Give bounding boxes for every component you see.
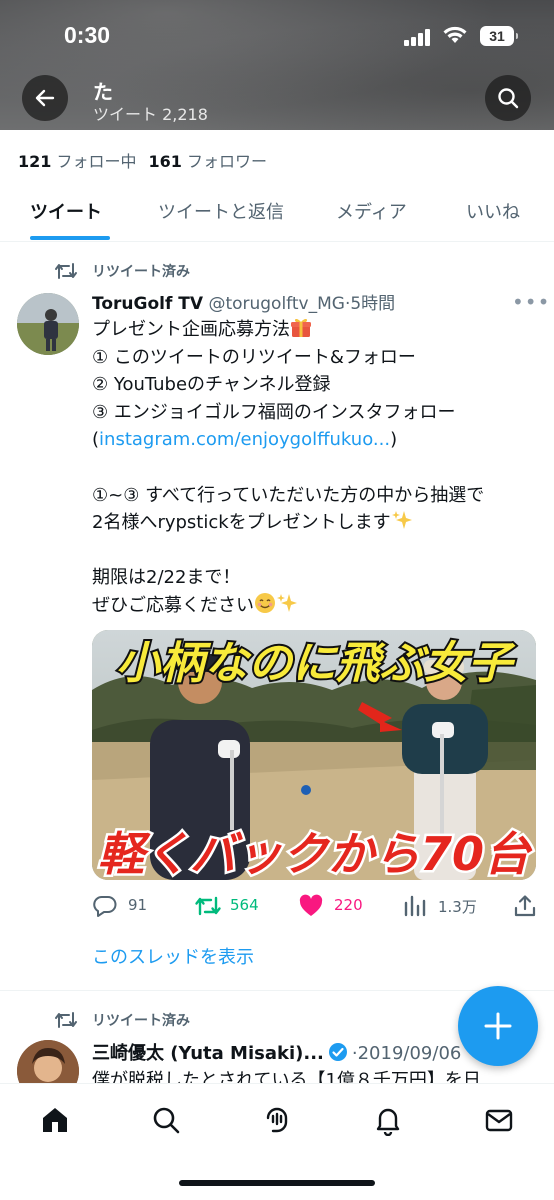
status-time: 0:30 [64,22,111,48]
retweet-icon [195,896,221,916]
active-tab-indicator [30,236,110,240]
tweet-line: 2名様へrypstickをプレゼントします [92,512,391,534]
author-name[interactable]: 三崎優太 (Yuta Misaki)... [92,1043,324,1064]
verified-badge-icon [328,1043,347,1061]
cellular-signal-icon [404,28,434,46]
bell-icon [376,1108,400,1136]
tab-likes[interactable]: いいね [466,198,520,224]
avatar[interactable] [17,293,79,355]
retweet-label: リツイート済み [92,264,190,280]
home-icon [43,1108,67,1132]
retweet-context: リツイート済み [55,1010,190,1030]
sparkles-emoji-icon [391,511,412,530]
battery-indicator: 31 [480,26,518,46]
heart-icon [299,894,323,916]
follow-stats: 121 フォロー中 161 フォロワー [18,148,267,172]
tab-media[interactable]: メディア [336,198,407,224]
tab-tweets[interactable]: ツイート [30,198,102,224]
profile-tabs: ツイート ツイートと返信 メディア いいね [0,186,554,242]
tweet-header: 三崎優太 (Yuta Misaki)... ·2019/09/06 [92,1039,461,1065]
author-name[interactable]: ToruGolf TV [92,294,203,314]
tweet-line: ② YouTubeのチャンネル登録 [92,374,331,396]
like-count: 220 [334,896,363,914]
sparkles-emoji-icon [277,593,297,612]
wifi-icon [443,26,467,43]
reply-icon [93,895,117,917]
search-icon [153,1107,180,1134]
instagram-link[interactable]: instagram.com/enjoygolffukuo... [99,429,390,450]
nav-explore[interactable] [150,1104,182,1136]
media-top-caption: 小柄なのに飛ぶ女子 [116,638,516,689]
followers-label: フォロワー [187,152,268,171]
nav-notifications[interactable] [372,1104,404,1136]
smiling-face-emoji-icon [255,592,275,613]
bar-chart-icon [404,895,426,917]
gift-emoji-icon [291,318,311,337]
tweet-line: ①~③ すべて行っていただいた方の中から抽選で [92,484,485,506]
tweet-count: ツイート 2,218 [93,105,208,124]
view-count: 1.3万 [438,898,477,916]
tweet-text: プレゼント企画応募方法 ① このツイートのリツイート&フォロー ② YouTub… [92,316,532,620]
tweet-divider [0,990,554,991]
compose-tweet-button[interactable] [458,986,538,1066]
tweet-header: ToruGolf TV @torugolftv_MG·5時間 [92,289,395,314]
retweet-context: リツイート済み [55,261,190,281]
tab-tweets-and-replies[interactable]: ツイートと返信 [158,198,284,224]
status-bar: 0:30 31 [0,0,554,70]
search-icon [498,88,519,109]
share-icon [514,895,536,917]
home-indicator [179,1180,375,1186]
show-thread-link[interactable]: このスレッドを表示 [92,943,254,969]
plus-icon [484,1012,512,1040]
tweet-line: 期限は2/22まで！ [92,567,241,589]
following-count: 121 [18,152,52,171]
retweet-icon [55,263,77,279]
following-label: フォロー中 [56,152,137,171]
following-link[interactable]: 121 フォロー中 [18,152,137,171]
video-thumbnail: 小柄なのに飛ぶ女子 軽くバックから70台 [92,630,536,880]
author-handle[interactable]: @torugolftv_MG [208,294,345,314]
tweet-line: ③ エンジョイゴルフ福岡のインスタフォロー [92,401,456,423]
paren-close: ) [390,429,398,451]
retweet-label: リツイート済み [92,1013,190,1029]
back-button[interactable] [22,75,68,121]
reply-count: 91 [128,896,148,914]
tweet-time[interactable]: 5時間 [350,294,395,314]
retweet-count: 564 [230,896,259,914]
nav-spaces[interactable] [261,1104,293,1136]
envelope-icon [485,1109,513,1132]
tweet-media-image[interactable]: 小柄なのに飛ぶ女子 軽くバックから70台 [92,630,536,880]
tweet-actions: 91 564 220 1.3万 [92,893,542,919]
nav-messages[interactable] [483,1104,515,1136]
paren-open: ( [92,429,100,451]
profile-header: 0:30 31 た ツイート 2,218 [0,0,554,130]
tweet-line: ① このツイートのリツイート&フォロー [92,346,416,368]
nav-home[interactable] [39,1104,71,1136]
media-bottom-caption: 軽くバックから70台 [98,827,533,880]
arrow-left-icon [35,89,55,107]
tweet-line: プレゼント企画応募方法 [92,319,290,340]
search-button[interactable] [485,75,531,121]
microphone-icon [266,1107,288,1133]
tweet-date[interactable]: 2019/09/06 [358,1043,462,1064]
followers-count: 161 [148,152,182,171]
retweet-icon [55,1012,77,1028]
more-options-icon[interactable]: ••• [512,290,550,314]
tweet-line: ぜひご応募ください [92,594,254,616]
avatar-image [17,293,79,355]
followers-link[interactable]: 161 フォロワー [149,152,268,171]
